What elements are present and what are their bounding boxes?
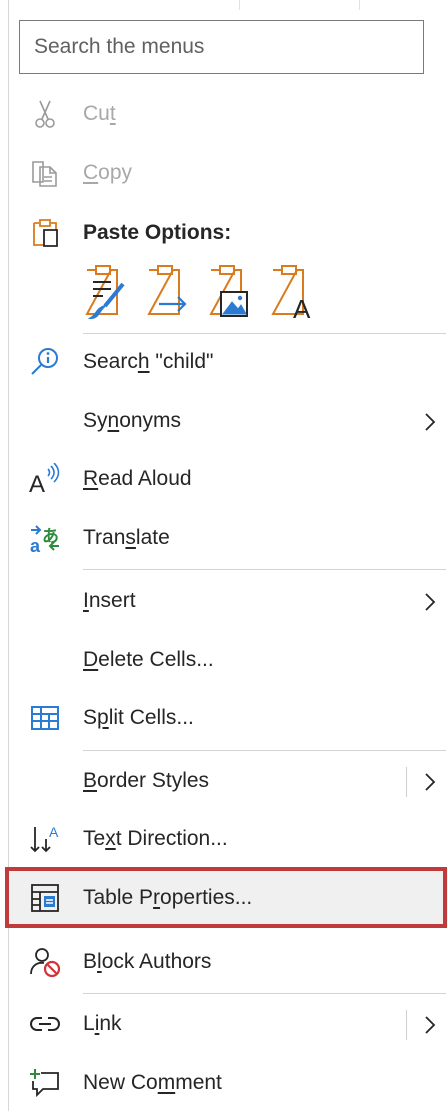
read-aloud-icon: A (29, 463, 60, 495)
link-icon (30, 1017, 60, 1031)
svg-text:a: a (30, 536, 41, 554)
menu-item-insert[interactable]: Insert (9, 573, 446, 629)
menu-item-block-authors[interactable]: Block Authors (9, 934, 446, 990)
block-authors-icon (30, 948, 61, 978)
divider (239, 0, 240, 10)
divider (83, 993, 446, 994)
divider (83, 750, 446, 751)
scissors-icon (35, 100, 55, 128)
svg-text:A: A (293, 294, 311, 322)
chevron-right-icon (425, 593, 436, 611)
menu-item-read-aloud[interactable]: A Read Aloud (9, 451, 446, 507)
svg-text:A: A (49, 824, 59, 840)
search-menus-input[interactable]: Search the menus (19, 20, 424, 74)
menu-item-copy: Copy (9, 145, 446, 201)
menu-item-cut: Cut (9, 86, 446, 142)
menu-item-search-child[interactable]: Search "child" (9, 334, 446, 390)
menu-item-table-properties[interactable]: Table Properties... (9, 870, 446, 926)
chevron-right-icon (425, 413, 436, 431)
svg-text:あ: あ (42, 527, 59, 547)
divider (83, 569, 446, 570)
translate-icon: a あ (30, 525, 59, 554)
smart-lookup-icon (31, 348, 58, 375)
menu-item-new-comment[interactable]: New Comment (9, 1055, 446, 1111)
svg-text:A: A (29, 471, 45, 495)
paste-keep-formatting-icon[interactable] (83, 262, 127, 322)
paste-options-header: Paste Options: (9, 205, 446, 261)
context-menu: Search the menus Cut Copy Paste Options:… (5, 0, 447, 1111)
chevron-right-icon[interactable] (423, 1014, 437, 1036)
chevron-right-icon[interactable] (423, 771, 437, 793)
paste-options-row: A (83, 262, 383, 322)
menu-item-split-cells[interactable]: Split Cells... (9, 690, 446, 746)
paste-keep-text-only-icon[interactable]: A (269, 262, 313, 322)
copy-icon (32, 161, 57, 187)
menu-item-translate[interactable]: a あ Translate (9, 510, 446, 566)
text-direction-icon: A (30, 824, 59, 853)
split-divider (406, 767, 407, 797)
menu-item-border-styles[interactable]: Border Styles (9, 753, 446, 809)
table-grid-icon (31, 706, 59, 730)
table-properties-icon (31, 884, 59, 912)
menu-item-text-direction[interactable]: A Text Direction... (9, 811, 446, 867)
menu-item-link[interactable]: Link (9, 996, 446, 1052)
paste-picture-icon[interactable] (207, 262, 251, 322)
menu-item-synonyms[interactable]: Synonyms (9, 393, 446, 449)
clipboard-icon (33, 219, 58, 247)
menu-item-delete-cells[interactable]: Delete Cells... (9, 632, 446, 688)
divider (359, 0, 360, 10)
split-divider (406, 1010, 407, 1040)
paste-merge-formatting-icon[interactable] (145, 262, 189, 322)
new-comment-icon (30, 1069, 59, 1098)
